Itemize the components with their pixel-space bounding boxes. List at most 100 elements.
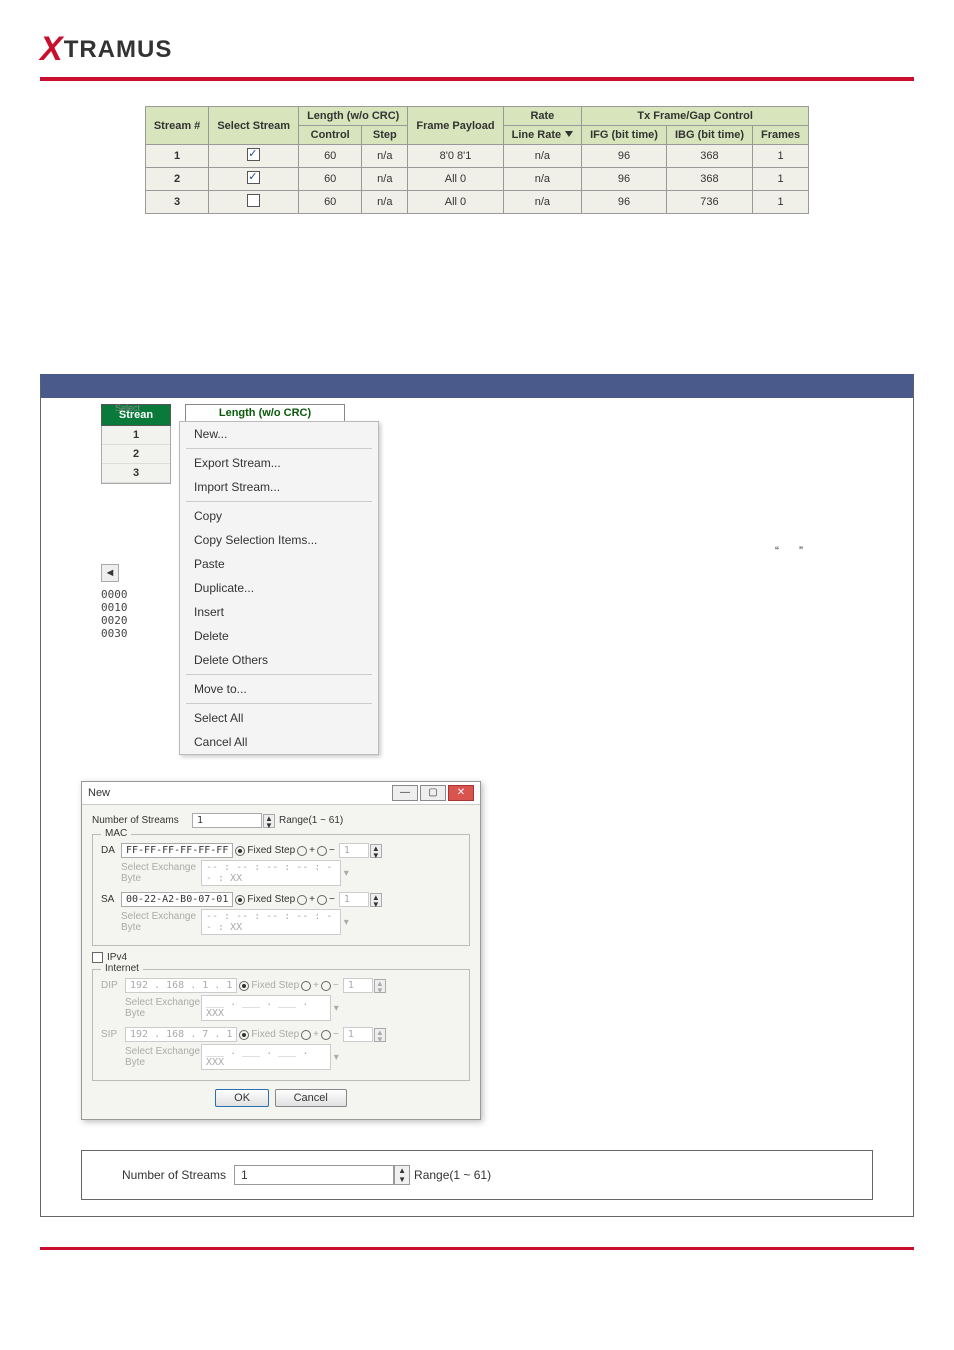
new-dialog: New — ▢ ✕ Number of Streams 1 ▲▼ Range(1… bbox=[81, 781, 481, 1120]
menu-separator bbox=[186, 703, 372, 704]
step-plus-radio[interactable] bbox=[301, 981, 311, 991]
close-button[interactable]: ✕ bbox=[448, 785, 474, 801]
fixed-radio[interactable] bbox=[239, 1030, 249, 1040]
th-tx-group: Tx Frame/Gap Control bbox=[582, 107, 809, 126]
stream-checkbox[interactable] bbox=[247, 171, 260, 184]
scroll-left-icon[interactable]: ◄ bbox=[101, 564, 119, 582]
range-text: Range(1 ~ 61) bbox=[414, 1168, 491, 1182]
num-streams-label: Number of Streams bbox=[92, 815, 192, 826]
table-row: 3 60 n/a All 0 n/a 96 736 1 bbox=[145, 191, 808, 214]
row-num[interactable]: 2 bbox=[102, 445, 170, 464]
step-minus-radio[interactable] bbox=[317, 895, 327, 905]
th-frames: Frames bbox=[753, 126, 809, 145]
dialog-title: New bbox=[88, 787, 110, 799]
spinner-icon[interactable]: ▲▼ bbox=[263, 814, 275, 828]
fixed-radio[interactable] bbox=[235, 846, 245, 856]
num-streams-input[interactable]: 1 bbox=[234, 1165, 394, 1185]
maximize-button[interactable]: ▢ bbox=[420, 785, 446, 801]
stream-checkbox[interactable] bbox=[247, 148, 260, 161]
page-header: X TRAMUS bbox=[40, 30, 914, 81]
dropdown-icon[interactable]: ▾ bbox=[331, 1052, 339, 1063]
address-list: 0000 0010 0020 0030 bbox=[101, 588, 171, 640]
row-num[interactable]: 1 bbox=[102, 426, 170, 445]
mac-fieldset: MAC DA FF-FF-FF-FF-FF-FF Fixed Step + − … bbox=[92, 834, 470, 946]
menu-copy-sel[interactable]: Copy Selection Items... bbox=[180, 528, 378, 552]
step-plus-radio[interactable] bbox=[297, 846, 307, 856]
menu-separator bbox=[186, 448, 372, 449]
spinner-icon[interactable]: ▲▼ bbox=[370, 893, 382, 907]
th-step: Step bbox=[362, 126, 408, 145]
minimize-button[interactable]: — bbox=[392, 785, 418, 801]
dialog-titlebar: New — ▢ ✕ bbox=[82, 782, 480, 805]
ok-button[interactable]: OK bbox=[215, 1089, 269, 1107]
spinner-icon[interactable]: ▲▼ bbox=[394, 1165, 410, 1185]
ipv4-checkbox[interactable] bbox=[92, 952, 103, 963]
menu-export[interactable]: Export Stream... bbox=[180, 451, 378, 475]
spinner-icon[interactable]: ▲▼ bbox=[374, 979, 386, 993]
logo-rest: TRAMUS bbox=[64, 36, 173, 64]
dropdown-icon[interactable]: ▾ bbox=[341, 917, 349, 928]
th-select-stream: Select Stream bbox=[209, 107, 299, 145]
menu-delete[interactable]: Delete bbox=[180, 624, 378, 648]
menu-move-to[interactable]: Move to... bbox=[180, 677, 378, 701]
range-text: Range(1 ~ 61) bbox=[279, 815, 343, 826]
fixed-radio[interactable] bbox=[235, 895, 245, 905]
sip-input[interactable]: 192 . 168 . 7 . 1 bbox=[125, 1027, 237, 1042]
th-rate: Rate bbox=[503, 107, 582, 126]
menu-separator bbox=[186, 674, 372, 675]
table-row: 2 60 n/a All 0 n/a 96 368 1 bbox=[145, 168, 808, 191]
th-stream-no: Stream # bbox=[145, 107, 208, 145]
num-streams-input[interactable]: 1 bbox=[192, 813, 262, 828]
menu-select-all[interactable]: Select All bbox=[180, 706, 378, 730]
num-streams-label: Number of Streams bbox=[122, 1168, 226, 1182]
sa-input[interactable]: 00-22-A2-B0-07-01 bbox=[121, 892, 233, 907]
th-length-group: Length (w/o CRC) bbox=[299, 107, 408, 126]
mask-select[interactable]: ___ . ___ . ___ . XXX bbox=[201, 995, 331, 1021]
menu-duplicate[interactable]: Duplicate... bbox=[180, 576, 378, 600]
menu-insert[interactable]: Insert bbox=[180, 600, 378, 624]
dip-input[interactable]: 192 . 168 . 1 . 1 bbox=[125, 978, 237, 993]
context-menu-panel: Select Strean 1 2 3 ◄ 0000 0010 0020 003… bbox=[40, 374, 914, 1217]
context-menu: New... Export Stream... Import Stream...… bbox=[179, 421, 379, 755]
dropdown-icon[interactable]: ▾ bbox=[331, 1003, 339, 1014]
stream-checkbox[interactable] bbox=[247, 194, 260, 207]
table-row: 1 60 n/a 8'0 8'1 n/a 96 368 1 bbox=[145, 145, 808, 168]
quote-marks: “ ” bbox=[775, 544, 863, 558]
menu-new[interactable]: New... bbox=[180, 422, 378, 446]
cancel-button[interactable]: Cancel bbox=[275, 1089, 347, 1107]
stream-column: Select Strean 1 2 3 ◄ 0000 0010 0020 003… bbox=[101, 404, 171, 640]
logo: X TRAMUS bbox=[40, 30, 172, 69]
menu-separator bbox=[186, 501, 372, 502]
mask-select[interactable]: -- : -- : -- : -- : -- : XX bbox=[201, 909, 341, 935]
mask-select[interactable]: ___ . ___ . ___ . XXX bbox=[201, 1044, 331, 1070]
menu-cancel-all[interactable]: Cancel All bbox=[180, 730, 378, 754]
th-control: Control bbox=[299, 126, 362, 145]
logo-x: X bbox=[40, 30, 62, 69]
step-minus-radio[interactable] bbox=[321, 981, 331, 991]
spinner-icon[interactable]: ▲▼ bbox=[370, 844, 382, 858]
step-minus-radio[interactable] bbox=[321, 1030, 331, 1040]
mask-select[interactable]: -- : -- : -- : -- : -- : XX bbox=[201, 860, 341, 886]
footer-rule bbox=[40, 1247, 914, 1250]
step-plus-radio[interactable] bbox=[301, 1030, 311, 1040]
th-line-rate[interactable]: Line Rate bbox=[503, 126, 582, 145]
spinner-icon[interactable]: ▲▼ bbox=[374, 1028, 386, 1042]
menu-paste[interactable]: Paste bbox=[180, 552, 378, 576]
menu-delete-others[interactable]: Delete Others bbox=[180, 648, 378, 672]
fixed-radio[interactable] bbox=[239, 981, 249, 991]
menu-import[interactable]: Import Stream... bbox=[180, 475, 378, 499]
stream-table: Stream # Select Stream Length (w/o CRC) … bbox=[145, 106, 809, 214]
step-minus-radio[interactable] bbox=[317, 846, 327, 856]
num-streams-row: Number of Streams 1 ▲▼ Range(1 ~ 61) bbox=[81, 1150, 873, 1200]
th-ifg: IFG (bit time) bbox=[582, 126, 667, 145]
internet-fieldset: Internet DIP 192 . 168 . 1 . 1 Fixed Ste… bbox=[92, 969, 470, 1081]
da-input[interactable]: FF-FF-FF-FF-FF-FF bbox=[121, 843, 233, 858]
rate-dropdown-icon[interactable] bbox=[565, 131, 573, 139]
row-num[interactable]: 3 bbox=[102, 464, 170, 483]
dropdown-icon[interactable]: ▾ bbox=[341, 868, 349, 879]
menu-copy[interactable]: Copy bbox=[180, 504, 378, 528]
step-plus-radio[interactable] bbox=[297, 895, 307, 905]
partial-header: Length (w/o CRC) bbox=[185, 404, 345, 421]
th-frame-payload: Frame Payload bbox=[408, 107, 503, 145]
th-ibg: IBG (bit time) bbox=[666, 126, 752, 145]
